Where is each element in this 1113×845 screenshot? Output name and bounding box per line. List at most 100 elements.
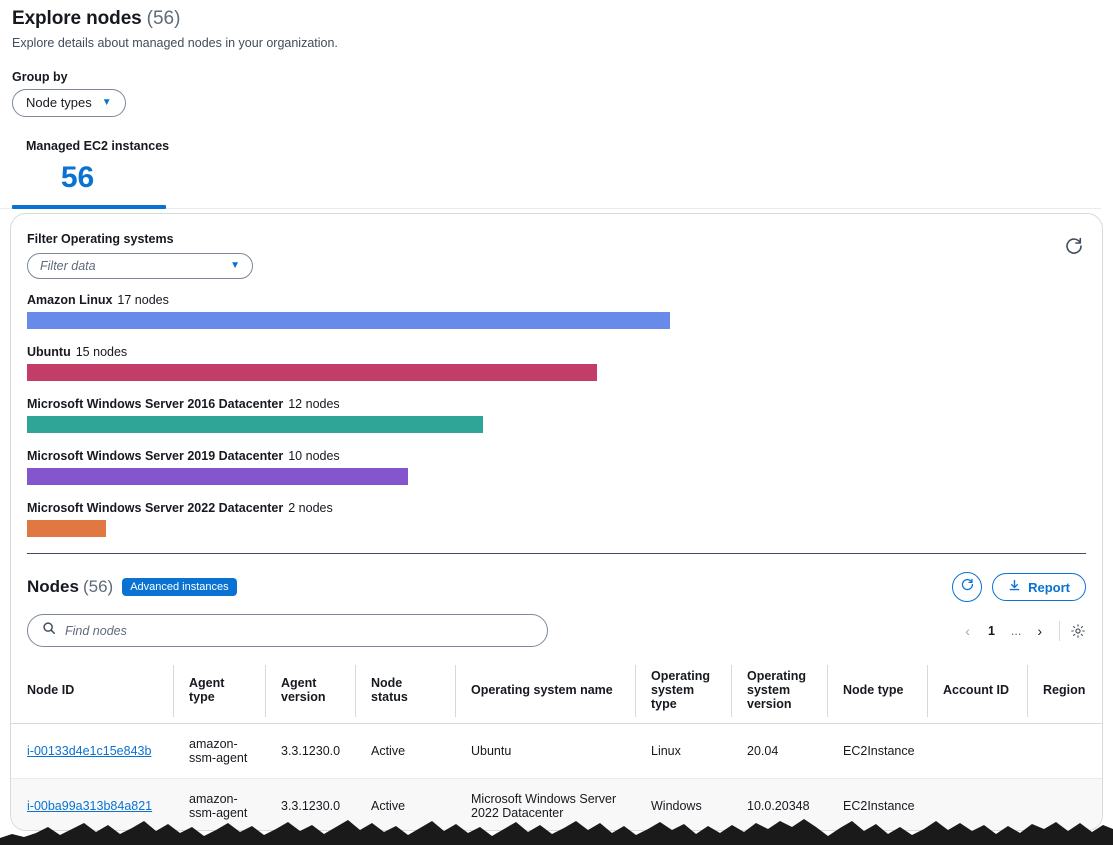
chevron-right-icon[interactable]: › (1030, 621, 1049, 641)
bar-label: Ubuntu (27, 345, 71, 359)
cell-agent-type: amazon-ssm-agent (173, 778, 265, 830)
table-row: i-00133d4e1c15e843b amazon-ssm-agent 3.3… (11, 723, 1102, 779)
bar-caption: Microsoft Windows Server 2022 Datacenter… (27, 501, 1086, 515)
cell-node-id: i-00133d4e1c15e843b (11, 723, 173, 779)
column-header-operating-system-name[interactable]: Operating system name (455, 659, 635, 724)
bar-caption: Ubuntu 15 nodes (27, 345, 1086, 359)
cell-region (1027, 723, 1102, 779)
chevron-down-icon: ▼ (230, 260, 240, 271)
bar-label: Microsoft Windows Server 2019 Datacenter (27, 449, 284, 463)
cell-agent-version: 3.3.1230.0 (265, 723, 355, 779)
nodes-table: Node ID Agent type Agent version Node st… (11, 659, 1102, 830)
report-button[interactable]: Report (992, 573, 1086, 601)
filter-section: Filter Operating systems Filter data ▼ (11, 214, 1102, 279)
bar-value: 2 nodes (288, 501, 333, 515)
page-title: Explore nodes (12, 8, 142, 29)
bar-value: 12 nodes (288, 397, 340, 411)
nodes-count: (56) (82, 577, 114, 596)
cell-account-id (927, 723, 1027, 779)
refresh-icon (960, 577, 975, 597)
operating-systems-bar-chart: Amazon Linux 17 nodes Ubuntu 15 nodes Micr… (11, 279, 1102, 537)
cell-os-version: 10.0.20348 (731, 778, 827, 830)
chevron-down-icon: ▼ (101, 96, 112, 108)
divider (1059, 620, 1060, 641)
nodes-toolbar: Find nodes ‹ 1 ... › (11, 602, 1102, 647)
bar-caption: Microsoft Windows Server 2016 Datacenter… (27, 397, 1086, 411)
tab-managed-ec2-instances[interactable]: Managed EC2 instances 56 (0, 139, 169, 195)
group-by-label: Group by (12, 70, 68, 84)
metric-tabs: Managed EC2 instances 56 (0, 139, 1113, 209)
bar-value: 17 nodes (117, 293, 169, 307)
nodes-header: Nodes (56) Advanced instances Report (11, 554, 1102, 602)
node-id-link[interactable]: i-00ba99a313b84a821 (27, 799, 152, 813)
chevron-left-icon[interactable]: ‹ (958, 621, 977, 641)
bar-windows-2016[interactable] (27, 416, 483, 433)
cell-os-name: Microsoft Windows Server 2022 Datacenter (455, 778, 635, 830)
group-by-select[interactable]: Node types ▼ (12, 89, 126, 117)
cell-os-type: Linux (635, 723, 731, 779)
bar-caption: Amazon Linux 17 nodes (27, 293, 1086, 307)
search-placeholder: Find nodes (65, 623, 127, 638)
refresh-icon[interactable] (1064, 236, 1084, 256)
bar-label: Microsoft Windows Server 2016 Datacenter (27, 397, 284, 411)
table-row: i-00ba99a313b84a821 amazon-ssm-agent 3.3… (11, 778, 1102, 830)
bar-row: Amazon Linux 17 nodes (27, 293, 1086, 329)
filter-label: Filter Operating systems (27, 232, 174, 246)
group-by-section: Group by Node types ▼ (12, 70, 1113, 117)
bar-value: 10 nodes (288, 449, 340, 463)
column-header-agent-version[interactable]: Agent version (265, 659, 355, 724)
pagination: ‹ 1 ... › (958, 620, 1086, 641)
bar-row: Microsoft Windows Server 2016 Datacenter… (27, 397, 1086, 433)
cell-node-id: i-00ba99a313b84a821 (11, 778, 173, 830)
cell-agent-version: 3.3.1230.0 (265, 778, 355, 830)
column-header-node-status[interactable]: Node status (355, 659, 455, 724)
page-number[interactable]: 1 (981, 622, 1002, 640)
bar-row: Microsoft Windows Server 2019 Datacenter… (27, 449, 1086, 485)
column-header-agent-type[interactable]: Agent type (173, 659, 265, 724)
table-header-row: Node ID Agent type Agent version Node st… (11, 659, 1102, 724)
bar-row: Microsoft Windows Server 2022 Datacenter… (27, 501, 1086, 537)
filter-placeholder: Filter data (40, 259, 96, 273)
column-header-operating-system-type[interactable]: Operating system type (635, 659, 731, 724)
page-description: Explore details about managed nodes in y… (12, 36, 338, 50)
cell-os-version: 20.04 (731, 723, 827, 779)
cell-region (1027, 778, 1102, 830)
gear-icon[interactable] (1070, 623, 1086, 639)
tab-active-indicator (12, 204, 166, 209)
filter-operating-systems-select[interactable]: Filter data ▼ (27, 253, 253, 279)
pagination-ellipsis: ... (1010, 623, 1022, 638)
metric-label: Managed EC2 instances (26, 138, 170, 153)
group-by-value: Node types (26, 95, 92, 110)
node-id-link[interactable]: i-00133d4e1c15e843b (27, 744, 151, 758)
column-header-region[interactable]: Region (1027, 659, 1102, 724)
page-title-count: (56) (146, 8, 181, 29)
metric-value: 56 (60, 160, 95, 194)
cell-node-status: Active (355, 778, 455, 830)
column-header-operating-system-version[interactable]: Operating system version (731, 659, 827, 724)
search-input[interactable]: Find nodes (27, 614, 548, 647)
cell-os-type: Windows (635, 778, 731, 830)
cell-os-name: Ubuntu (455, 723, 635, 779)
column-header-node-id[interactable]: Node ID (11, 659, 173, 724)
cell-node-status: Active (355, 723, 455, 779)
bar-label: Microsoft Windows Server 2022 Datacenter (27, 501, 284, 515)
page-header: Explore nodes (56) Explore details about … (0, 0, 1113, 50)
bar-label: Amazon Linux (27, 293, 113, 307)
tab-underline (0, 204, 1101, 209)
bar-windows-2022[interactable] (27, 520, 106, 537)
bar-windows-2019[interactable] (27, 468, 408, 485)
bar-ubuntu[interactable] (27, 364, 597, 381)
nodes-title: Nodes (27, 577, 79, 596)
cell-node-type: EC2Instance (827, 778, 927, 830)
download-icon (1008, 579, 1021, 595)
bar-value: 15 nodes (75, 345, 128, 359)
bar-caption: Microsoft Windows Server 2019 Datacenter… (27, 449, 1086, 463)
refresh-button[interactable] (952, 572, 983, 602)
column-header-node-type[interactable]: Node type (827, 659, 927, 724)
cell-node-type: EC2Instance (827, 723, 927, 779)
cell-account-id (927, 778, 1027, 830)
bar-row: Ubuntu 15 nodes (27, 345, 1086, 381)
column-header-account-id[interactable]: Account ID (927, 659, 1027, 724)
report-label: Report (1028, 579, 1070, 595)
bar-amazon-linux[interactable] (27, 312, 670, 329)
